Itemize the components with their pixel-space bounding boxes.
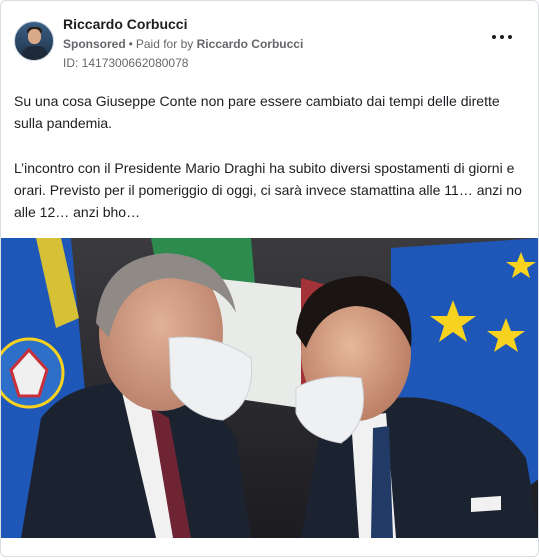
advertiser-name[interactable]: Riccardo Corbucci bbox=[63, 15, 303, 33]
pocket-square bbox=[471, 496, 501, 512]
sponsored-post-card: Riccardo Corbucci Sponsored • Paid for by … bbox=[0, 0, 539, 557]
more-dot bbox=[508, 35, 512, 39]
sponsored-label: Sponsored bbox=[63, 37, 126, 51]
avatar-face bbox=[28, 29, 41, 44]
ad-id: ID: 1417300662080078 bbox=[63, 56, 189, 70]
paid-for-prefix: Paid for by bbox=[135, 37, 194, 51]
photo-illustration bbox=[1, 238, 538, 538]
post-paragraph: L’incontro con il Presidente Mario Dragh… bbox=[14, 160, 522, 220]
more-dot bbox=[500, 35, 504, 39]
sponsored-line: Sponsored • Paid for by Riccardo Corbucci bbox=[63, 35, 303, 53]
post-header: Riccardo Corbucci Sponsored • Paid for by … bbox=[14, 15, 526, 71]
post-meta: Riccardo Corbucci Sponsored • Paid for by … bbox=[63, 15, 303, 72]
post-paragraph: Su una cosa Giuseppe Conte non pare esse… bbox=[14, 93, 500, 131]
avatar-suit bbox=[22, 46, 48, 60]
more-dot bbox=[492, 35, 496, 39]
post-photo[interactable] bbox=[1, 238, 538, 538]
separator-dot: • bbox=[128, 37, 133, 51]
paid-for-name[interactable]: Riccardo Corbucci bbox=[197, 37, 304, 51]
advertiser-avatar[interactable] bbox=[14, 21, 54, 61]
more-options-icon[interactable] bbox=[492, 31, 512, 43]
